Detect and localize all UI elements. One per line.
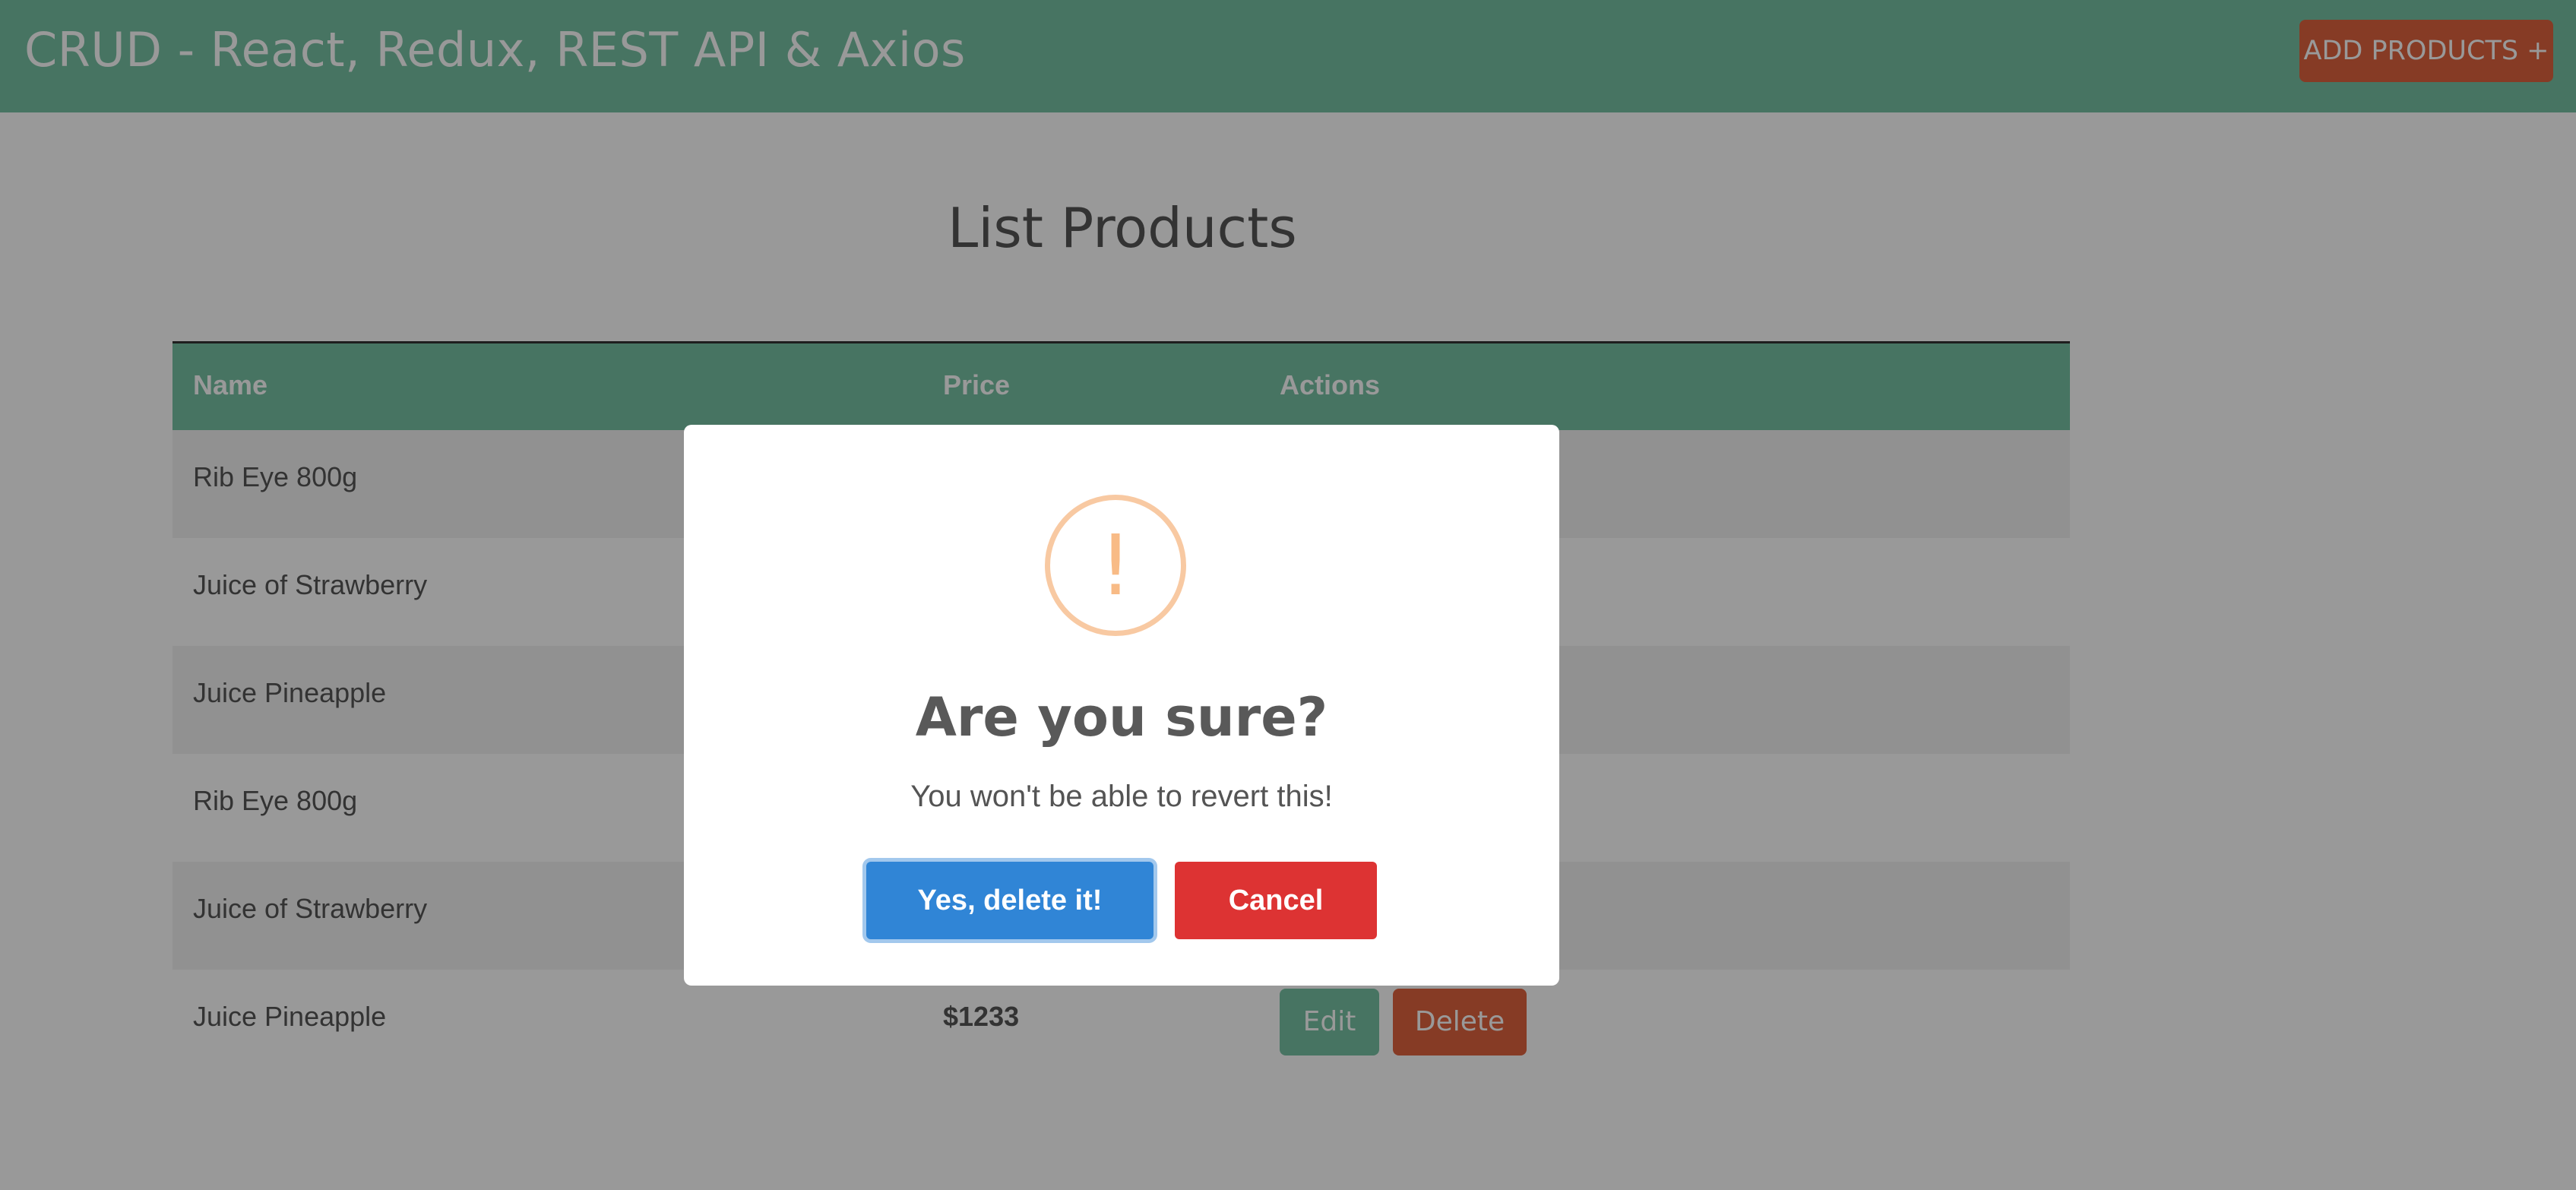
warning-icon: ! <box>1045 495 1186 636</box>
modal-backdrop[interactable]: ! Are you sure? You won't be able to rev… <box>0 0 2576 1190</box>
dialog-title: Are you sure? <box>915 686 1328 748</box>
confirm-dialog: ! Are you sure? You won't be able to rev… <box>684 425 1559 986</box>
confirm-delete-button[interactable]: Yes, delete it! <box>866 862 1154 939</box>
cancel-button[interactable]: Cancel <box>1175 862 1377 939</box>
page: CRUD - React, Redux, REST API & Axios AD… <box>0 0 2576 1190</box>
dialog-text: You won't be able to revert this! <box>910 780 1333 813</box>
